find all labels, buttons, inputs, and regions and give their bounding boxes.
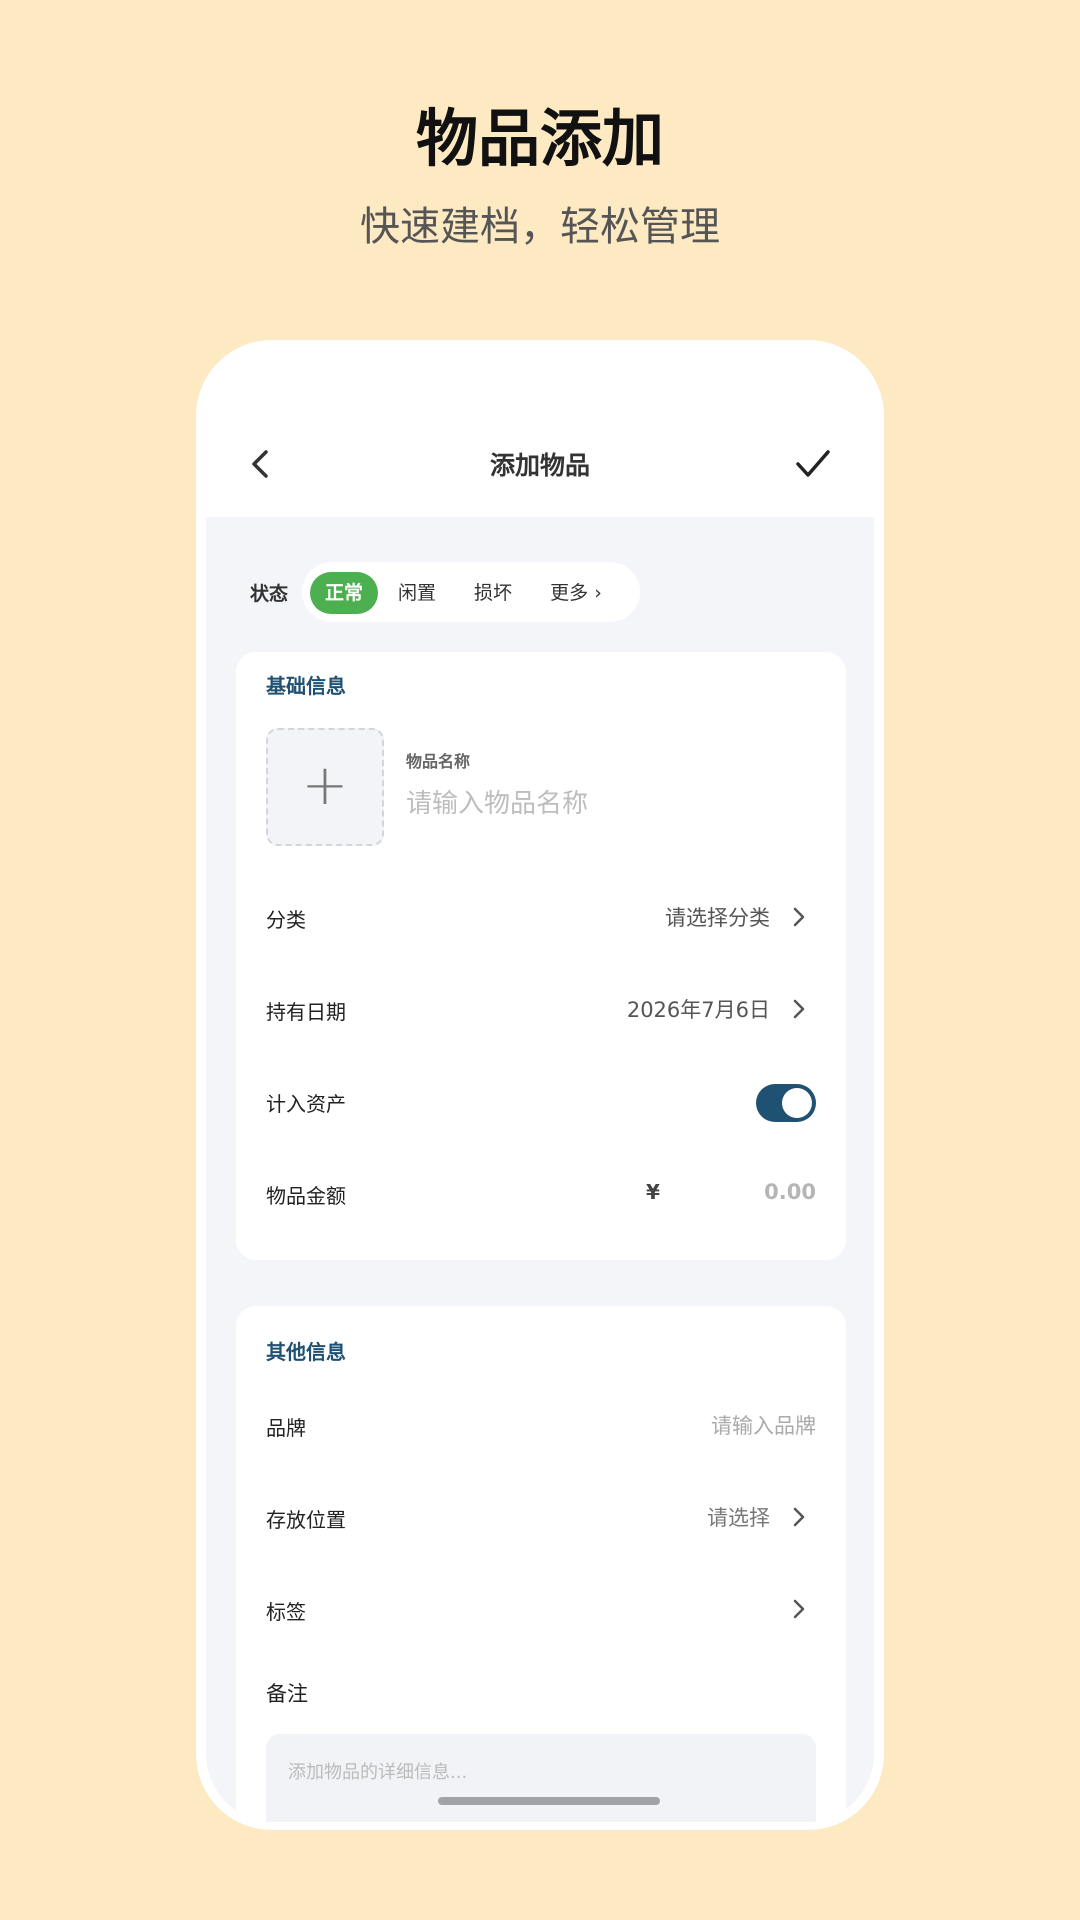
other-info-title: 其他信息 (266, 1340, 346, 1364)
currency-symbol: ¥ (646, 1180, 660, 1204)
item-name-input[interactable] (406, 782, 806, 826)
chevron-right-icon (793, 907, 805, 927)
home-indicator (438, 1797, 660, 1805)
brand-label: 品牌 (266, 1416, 306, 1440)
hold-date-value: 2026年7月6日 (626, 998, 770, 1022)
page-title: 添加物品 (489, 451, 590, 480)
status-option-normal[interactable]: 正常 (310, 572, 378, 614)
tags-label: 标签 (266, 1600, 306, 1624)
promo-subtitle: 快速建档，轻松管理 (360, 204, 720, 250)
app-screen: 添加物品 状态 正常 闲置 损坏 更多 › 基础信息 + 物品名称 分类 (206, 340, 874, 1822)
check-icon[interactable] (793, 444, 833, 484)
chevron-right-icon (793, 999, 805, 1019)
status-label: 状态 (250, 583, 289, 605)
storage-location-value: 请选择 (707, 1506, 770, 1530)
status-options: 正常 闲置 损坏 更多 › (302, 562, 640, 622)
chevron-right-icon (793, 1507, 805, 1527)
phone-frame: 添加物品 状态 正常 闲置 损坏 更多 › 基础信息 + 物品名称 分类 (196, 340, 884, 1830)
category-label: 分类 (266, 908, 306, 932)
add-photo-button[interactable]: + (266, 728, 384, 846)
count-as-asset-label: 计入资产 (266, 1092, 346, 1116)
hold-date-label: 持有日期 (266, 1000, 346, 1024)
tags-row[interactable]: 标签 (266, 1584, 816, 1634)
status-selector: 状态 正常 闲置 损坏 更多 › (206, 562, 874, 624)
plus-icon: + (301, 753, 349, 818)
other-info-card: 其他信息 品牌 请输入品牌 存放位置 请选择 标签 备注 添加物品的详细信息..… (236, 1306, 846, 1822)
status-option-more[interactable]: 更多 › (542, 572, 610, 614)
toggle-knob (782, 1088, 812, 1118)
hold-date-row[interactable]: 持有日期 2026年7月6日 (266, 984, 816, 1034)
basic-info-title: 基础信息 (266, 674, 346, 698)
notes-placeholder: 添加物品的详细信息... (288, 1762, 468, 1783)
status-option-idle[interactable]: 闲置 (390, 572, 444, 614)
category-row[interactable]: 分类 请选择分类 (266, 892, 816, 942)
count-as-asset-toggle[interactable] (756, 1084, 816, 1122)
brand-input[interactable]: 请输入品牌 (711, 1410, 816, 1440)
storage-location-label: 存放位置 (266, 1508, 346, 1532)
status-option-damaged[interactable]: 损坏 (466, 572, 520, 614)
promo-title: 物品添加 (415, 102, 664, 175)
brand-row[interactable]: 品牌 请输入品牌 (266, 1400, 816, 1450)
category-value: 请选择分类 (665, 906, 770, 930)
amount-input[interactable]: 0.00 (764, 1180, 816, 1204)
notes-textarea[interactable]: 添加物品的详细信息... (266, 1734, 816, 1822)
amount-row: 物品金额 ¥ 0.00 (266, 1168, 816, 1218)
chevron-right-icon (793, 1599, 805, 1619)
count-as-asset-row: 计入资产 (266, 1076, 816, 1126)
navbar: 添加物品 (206, 340, 874, 517)
notes-label: 备注 (266, 1682, 308, 1706)
item-name-label: 物品名称 (406, 752, 471, 771)
basic-info-card: 基础信息 + 物品名称 分类 请选择分类 持有日期 2026年7月6日 (236, 652, 846, 1260)
amount-label: 物品金额 (266, 1184, 346, 1208)
storage-location-row[interactable]: 存放位置 请选择 (266, 1492, 816, 1542)
